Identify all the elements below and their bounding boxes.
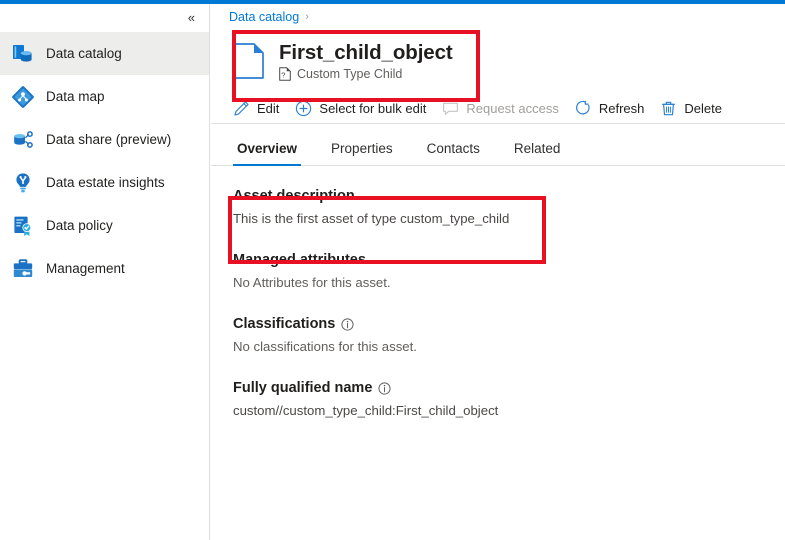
section-classifications: Classifications No classifications for t… <box>233 316 785 354</box>
command-bar: Edit Select for bulk edit Request a <box>211 94 785 124</box>
sidebar-item-label: Data estate insights <box>46 175 165 190</box>
command-label: Delete <box>684 101 722 116</box>
section-asset-description: Asset description This is the first asse… <box>233 188 785 226</box>
fully-qualified-name-value: custom//custom_type_child:First_child_ob… <box>233 403 785 418</box>
section-heading: Managed attributes <box>233 252 785 268</box>
data-map-icon <box>10 84 36 110</box>
request-access-button: Request access <box>442 96 559 122</box>
classifications-value: No classifications for this asset. <box>233 339 785 354</box>
document-icon <box>233 42 265 80</box>
management-icon <box>10 256 36 282</box>
page-title: First_child_object <box>279 41 453 65</box>
tab-label: Related <box>514 141 561 156</box>
asset-type-label: Custom Type Child <box>297 67 402 81</box>
data-catalog-icon <box>10 41 36 67</box>
sidebar-item-label: Data catalog <box>46 46 122 61</box>
asset-description-value: This is the first asset of type custom_t… <box>233 211 785 226</box>
tab-overview[interactable]: Overview <box>233 141 301 165</box>
section-managed-attributes: Managed attributes No Attributes for thi… <box>233 252 785 290</box>
sidebar-item-data-policy[interactable]: Data policy <box>0 204 209 247</box>
breadcrumb-item-data-catalog[interactable]: Data catalog <box>229 10 299 24</box>
section-heading-label: Managed attributes <box>233 252 366 268</box>
overview-content: Asset description This is the first asse… <box>211 166 785 418</box>
section-heading-label: Fully qualified name <box>233 380 372 396</box>
command-label: Select for bulk edit <box>319 101 426 116</box>
asset-header: First_child_object ? Custom Type Child <box>211 30 785 94</box>
pencil-icon <box>233 100 250 117</box>
section-heading: Classifications <box>233 316 785 332</box>
section-heading-label: Asset description <box>233 188 355 204</box>
sidebar-item-management[interactable]: Management <box>0 247 209 290</box>
comment-icon <box>442 100 459 117</box>
data-policy-icon <box>10 213 36 239</box>
sidebar-item-label: Data share (preview) <box>46 132 171 147</box>
sidebar-item-label: Data policy <box>46 218 113 233</box>
info-icon[interactable] <box>341 318 354 331</box>
tab-label: Overview <box>237 141 297 156</box>
asset-subtitle: ? Custom Type Child <box>279 67 453 81</box>
edit-button[interactable]: Edit <box>233 96 279 122</box>
tab-properties[interactable]: Properties <box>327 141 397 165</box>
left-navigation: « Data catalog <box>0 4 210 540</box>
section-heading: Asset description <box>233 188 785 204</box>
sidebar-item-data-map[interactable]: Data map <box>0 75 209 118</box>
sidebar-item-data-catalog[interactable]: Data catalog <box>0 32 209 75</box>
managed-attributes-value: No Attributes for this asset. <box>233 275 785 290</box>
tab-label: Properties <box>331 141 393 156</box>
section-heading-label: Classifications <box>233 316 335 332</box>
data-estate-insights-icon <box>10 170 36 196</box>
sidebar-item-label: Data map <box>46 89 105 104</box>
section-fully-qualified-name: Fully qualified name custom//custom_type… <box>233 380 785 418</box>
select-for-bulk-edit-button[interactable]: Select for bulk edit <box>295 96 426 122</box>
plus-circle-icon <box>295 100 312 117</box>
info-icon[interactable] <box>378 382 391 395</box>
section-heading: Fully qualified name <box>233 380 785 396</box>
refresh-button[interactable]: Refresh <box>575 96 645 122</box>
command-label: Request access <box>466 101 559 116</box>
command-label: Refresh <box>599 101 645 116</box>
trash-icon <box>660 100 677 117</box>
tab-label: Contacts <box>427 141 480 156</box>
refresh-icon <box>575 100 592 117</box>
sidebar-item-data-estate-insights[interactable]: Data estate insights <box>0 161 209 204</box>
svg-text:?: ? <box>281 71 285 80</box>
data-share-icon <box>10 127 36 153</box>
collapse-row: « <box>0 4 209 31</box>
app-root: « Data catalog <box>0 0 785 540</box>
tab-bar: Overview Properties Contacts Related <box>211 124 785 166</box>
asset-header-text: First_child_object ? Custom Type Child <box>279 41 453 82</box>
unknown-document-icon: ? <box>279 67 291 81</box>
collapse-sidebar-icon[interactable]: « <box>185 9 197 26</box>
breadcrumb: Data catalog › <box>211 4 785 30</box>
main-panel: Data catalog › First_child_object ? <box>211 4 785 540</box>
nav-list: Data catalog Data map <box>0 32 209 290</box>
sidebar-item-label: Management <box>46 261 125 276</box>
command-label: Edit <box>257 101 279 116</box>
chevron-right-icon: › <box>305 11 309 23</box>
tab-contacts[interactable]: Contacts <box>423 141 484 165</box>
tab-related[interactable]: Related <box>510 141 565 165</box>
sidebar-item-data-share[interactable]: Data share (preview) <box>0 118 209 161</box>
delete-button[interactable]: Delete <box>660 96 722 122</box>
